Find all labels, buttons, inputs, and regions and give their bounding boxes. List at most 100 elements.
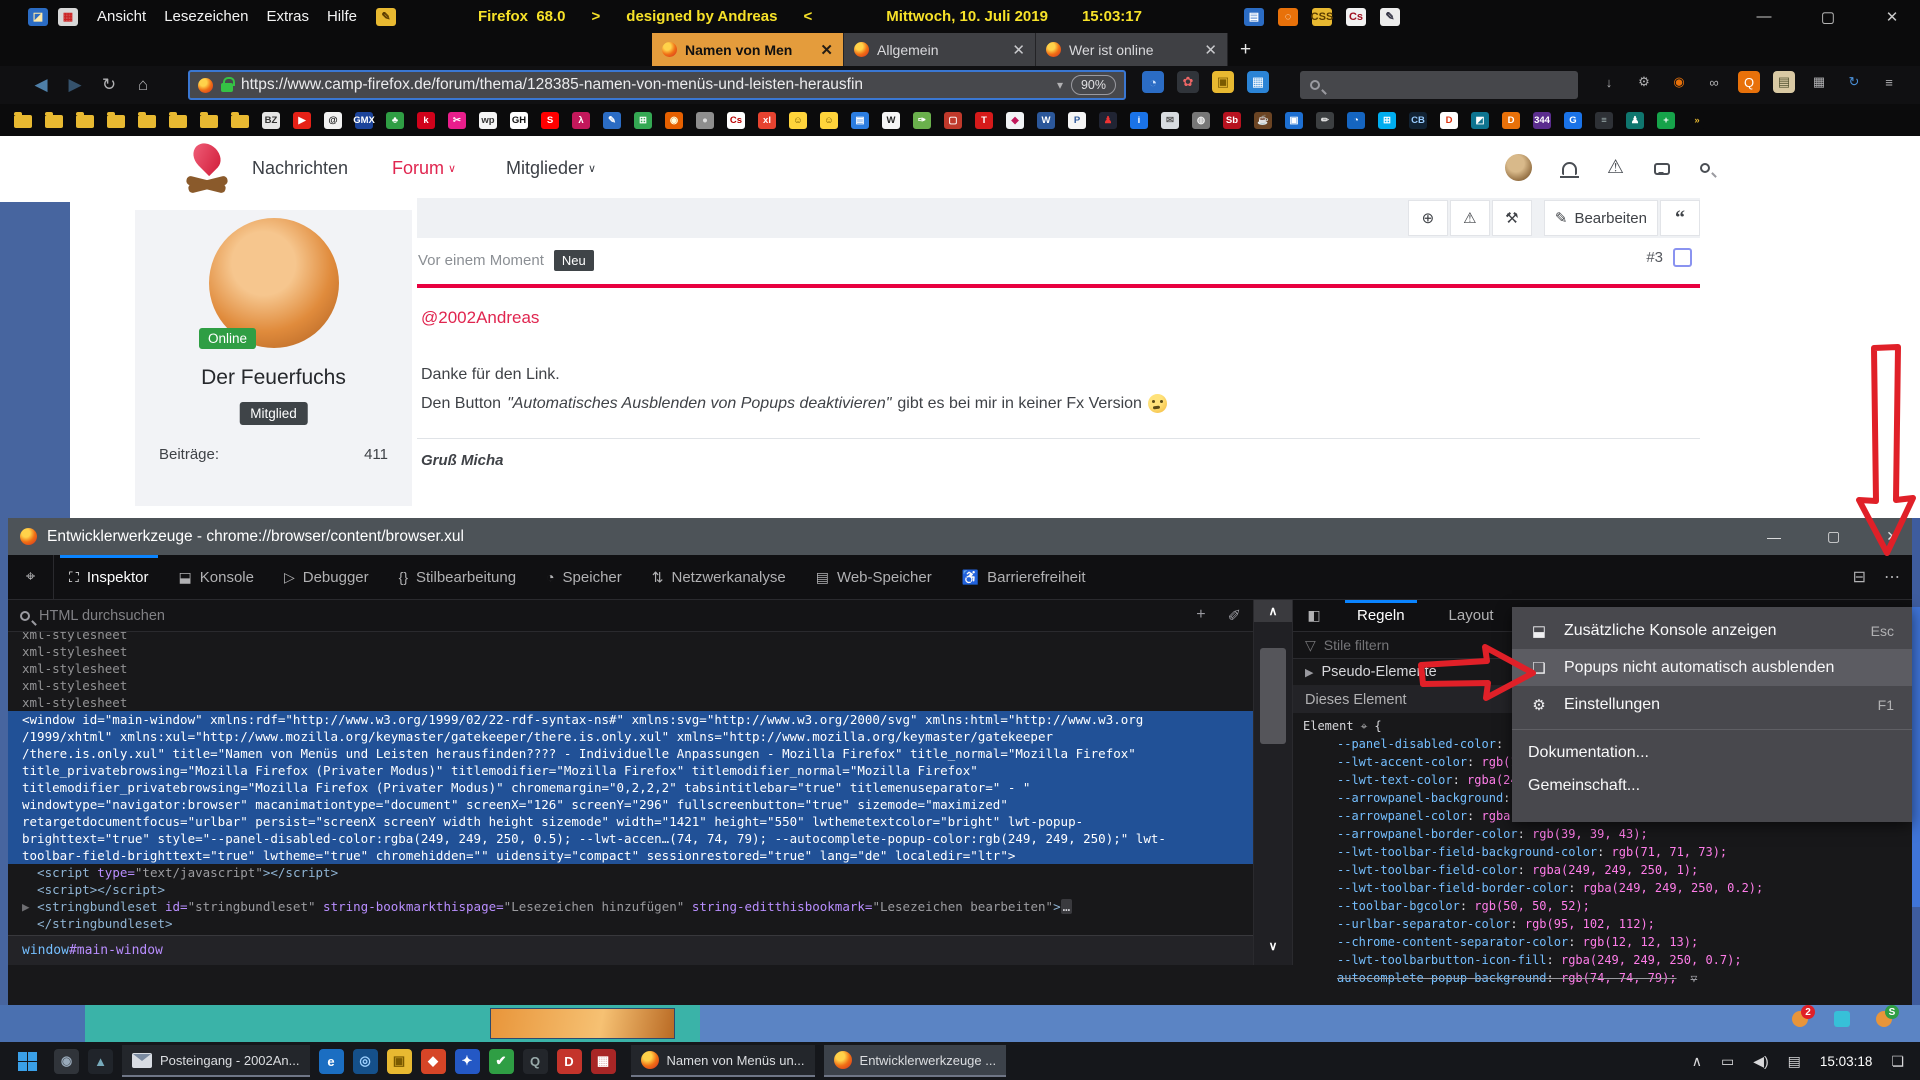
css-property[interactable]: --lwt-toolbarbutton-icon-fill: rgba(249,… [1303, 951, 1912, 969]
start-button[interactable] [18, 1052, 37, 1071]
markup-line-selected[interactable]: brighttext="true" style="--panel-disable… [8, 830, 1253, 847]
extension-icon[interactable]: ≡ [1878, 71, 1900, 93]
css-property[interactable]: --lwt-toolbar-field-background-color: rg… [1303, 843, 1912, 861]
extension-icon[interactable]: ⚙ [1633, 71, 1655, 93]
devtools-tab-web-speicher[interactable]: ▤Web-Speicher [801, 555, 947, 599]
minimize-button[interactable]: — [1754, 8, 1774, 25]
devtools-maximize-button[interactable]: ▢ [1827, 528, 1840, 545]
markup-line[interactable]: xml-stylesheet [8, 660, 1253, 677]
url-text[interactable]: https://www.camp-firefox.de/forum/thema/… [241, 76, 1049, 94]
bookmark-icon[interactable]: ● [696, 112, 714, 129]
menu-item[interactable]: ❏Popups nicht automatisch ausblenden [1512, 649, 1912, 686]
css-property[interactable]: --toolbar-bgcolor: rgb(50, 50, 52); [1303, 897, 1912, 915]
bookmark-icon[interactable]: ⊞ [1378, 112, 1396, 129]
menu-lesezeichen[interactable]: Lesezeichen [164, 8, 248, 25]
moderate-button[interactable]: ⚒ [1492, 200, 1532, 236]
bookmark-folder-icon[interactable] [14, 115, 32, 128]
markup-line[interactable]: xml-stylesheet [8, 632, 1253, 643]
tray-icon[interactable]: ◀) [1753, 1053, 1768, 1070]
markup-scrollbar[interactable]: ∧ ∨ [1253, 600, 1293, 965]
taskbar-app-icon[interactable]: Q [523, 1049, 548, 1074]
bookmark-icon[interactable]: k [417, 112, 435, 129]
css-property[interactable]: --arrowpanel-border-color: rgb(39, 39, 4… [1303, 825, 1912, 843]
site-identity-icon[interactable] [198, 78, 213, 93]
taskbar-app-icon[interactable]: ◉ [54, 1049, 79, 1074]
bookmark-icon[interactable]: ☺ [820, 112, 838, 129]
bookmark-icon[interactable]: ✏ [1316, 112, 1334, 129]
devtools-tab-konsole[interactable]: ⬓Konsole [164, 555, 269, 599]
page-scrollbar[interactable] [1912, 607, 1920, 907]
bookmark-icon[interactable]: G [1564, 112, 1582, 129]
close-button[interactable]: ✕ [1882, 8, 1902, 26]
user-avatar[interactable] [1505, 154, 1532, 181]
titlebar-icon[interactable]: ▤ [1244, 8, 1264, 26]
post-number[interactable]: #3 [1646, 249, 1663, 266]
alerts-warning-icon[interactable]: ⚠ [1607, 156, 1624, 179]
pick-element-icon[interactable]: ⌖ [8, 555, 54, 599]
taskbar-app-icon[interactable]: ◎ [353, 1049, 378, 1074]
tray-chevron-icon[interactable]: ∧ [1692, 1053, 1702, 1070]
titlebar-icon[interactable]: Cs [1346, 8, 1366, 26]
post-timestamp[interactable]: Vor einem Moment [418, 252, 544, 269]
bookmark-icon[interactable]: ☺ [789, 112, 807, 129]
bookmark-icon[interactable]: ◉ [665, 112, 683, 129]
menu-item[interactable]: Gemeinschaft... [1512, 769, 1912, 802]
tray-notification-icon[interactable]: 2 [1792, 1011, 1808, 1027]
nav-forum[interactable]: Forum∨ [392, 158, 456, 179]
bookmark-icon[interactable]: W [882, 112, 900, 129]
scroll-down-icon[interactable]: ∨ [1254, 935, 1292, 957]
bookmark-icon[interactable]: @ [324, 112, 342, 129]
globe-button[interactable]: ⊕ [1408, 200, 1448, 236]
bookmark-icon[interactable]: ◔ [1347, 112, 1365, 129]
post-select-checkbox[interactable] [1673, 248, 1692, 267]
forum-search-icon[interactable] [1700, 163, 1710, 173]
tray-notification-icon[interactable] [1834, 1011, 1850, 1027]
bookmark-folder-icon[interactable] [138, 115, 156, 128]
bookmark-icon[interactable]: wp [479, 112, 497, 129]
nav-mitglieder[interactable]: Mitglieder∨ [506, 158, 596, 179]
bookmark-icon[interactable]: GH [510, 112, 528, 129]
bookmark-icon[interactable]: xl [758, 112, 776, 129]
titlebar-icon[interactable]: CSS [1312, 8, 1332, 26]
bookmark-icon[interactable]: ♣ [386, 112, 404, 129]
taskbar-window-mail[interactable]: Posteingang - 2002An... [122, 1045, 310, 1077]
markup-line-selected[interactable]: toolbar-field-brighttext="true" lwtheme=… [8, 847, 1253, 864]
menu-extras[interactable]: Extras [266, 8, 309, 25]
taskbar-app-icon[interactable]: ▲ [88, 1049, 113, 1074]
scrollbar-thumb[interactable] [1260, 648, 1286, 744]
css-property[interactable]: --lwt-toolbar-field-border-color: rgba(2… [1303, 879, 1912, 897]
toolbar-icon[interactable]: ▣ [1212, 71, 1234, 93]
bookmark-folder-icon[interactable] [107, 115, 125, 128]
zoom-level-badge[interactable]: 90% [1071, 75, 1116, 95]
tray-icon[interactable]: ▤ [1788, 1053, 1801, 1070]
bookmark-folder-icon[interactable] [231, 115, 249, 128]
menu-item[interactable]: ⬓Zusätzliche Konsole anzeigenEsc [1512, 612, 1912, 649]
bookmark-icon[interactable]: ◍ [1192, 112, 1210, 129]
toolbar-icon[interactable]: ✿ [1177, 71, 1199, 93]
urlbar-dropdown-icon[interactable]: ▾ [1057, 78, 1063, 92]
url-bar[interactable]: https://www.camp-firefox.de/forum/thema/… [188, 70, 1126, 100]
sidebar-tab-regeln[interactable]: Regeln [1335, 600, 1427, 631]
markup-view[interactable]: xml-stylesheetxml-stylesheetxml-styleshe… [8, 632, 1253, 935]
bookmark-icon[interactable]: ✑ [913, 112, 931, 129]
bookmark-icon[interactable]: 344 [1533, 112, 1551, 129]
bookmark-icon[interactable]: S [541, 112, 559, 129]
extension-icon[interactable]: ↓ [1598, 71, 1620, 93]
bookmark-icon[interactable]: ☕ [1254, 112, 1272, 129]
forward-button[interactable]: ▶ [58, 75, 92, 95]
bookmark-icon[interactable]: BZ [262, 112, 280, 129]
devtools-tab-stilbearbeitung[interactable]: {}Stilbearbeitung [384, 555, 531, 599]
taskbar-app-icon[interactable]: ✔ [489, 1049, 514, 1074]
devtools-tab-netzwerkanalyse[interactable]: ⇅Netzwerkanalyse [637, 555, 801, 599]
extension-icon[interactable]: ↻ [1843, 71, 1865, 93]
markup-line-selected[interactable]: windowtype="navigator:browser" macanimat… [8, 796, 1253, 813]
extension-icon[interactable]: ∞ [1703, 71, 1725, 93]
bookmark-icon[interactable]: i [1130, 112, 1148, 129]
app-icon[interactable]: ▦ [58, 8, 78, 26]
new-tab-button[interactable]: + [1228, 33, 1263, 66]
taskbar-app-icon[interactable]: ▣ [387, 1049, 412, 1074]
bookmark-icon[interactable]: W [1037, 112, 1055, 129]
devtools-tab-inspektor[interactable]: ⛶Inspektor [54, 555, 164, 599]
reload-button[interactable]: ↻ [92, 75, 126, 95]
tab-close-icon[interactable]: ✕ [1204, 41, 1217, 59]
